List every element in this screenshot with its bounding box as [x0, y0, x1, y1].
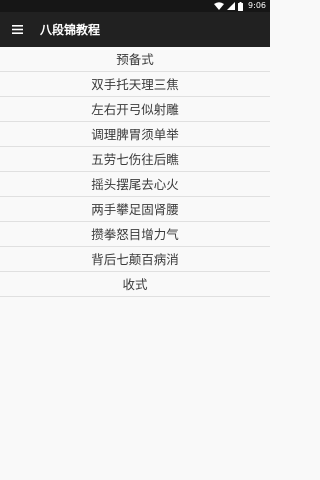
lesson-item-3[interactable]: 调理脾胃须单举: [0, 122, 270, 147]
status-bar: 9:06: [0, 0, 270, 12]
lesson-item-7[interactable]: 攒拳怒目增力气: [0, 222, 270, 247]
lesson-list: 预备式 双手托天理三焦 左右开弓似射雕 调理脾胃须单举 五劳七伤往后瞧 摇头摆尾…: [0, 47, 270, 297]
toolbar: 八段锦教程: [0, 12, 270, 47]
battery-icon: [238, 1, 244, 11]
menu-button[interactable]: [0, 12, 34, 47]
lesson-item-2[interactable]: 左右开弓似射雕: [0, 97, 270, 122]
app-title: 八段锦教程: [40, 23, 101, 37]
hamburger-menu-icon: [11, 25, 23, 34]
lesson-item-preparation[interactable]: 预备式: [0, 47, 270, 72]
signal-icon: [227, 2, 236, 10]
lesson-item-6[interactable]: 两手攀足固肾腰: [0, 197, 270, 222]
wifi-icon: [214, 2, 225, 10]
lesson-item-1[interactable]: 双手托天理三焦: [0, 72, 270, 97]
lesson-item-4[interactable]: 五劳七伤往后瞧: [0, 147, 270, 172]
app-screen: 9:06 八段锦教程 预备式 双手托天理三焦 左右开弓似射雕 调理脾胃须单举 五…: [0, 0, 270, 480]
lesson-item-closing[interactable]: 收式: [0, 272, 270, 297]
lesson-item-8[interactable]: 背后七颠百病消: [0, 247, 270, 272]
lesson-item-5[interactable]: 摇头摆尾去心火: [0, 172, 270, 197]
status-time: 9:06: [248, 1, 266, 10]
